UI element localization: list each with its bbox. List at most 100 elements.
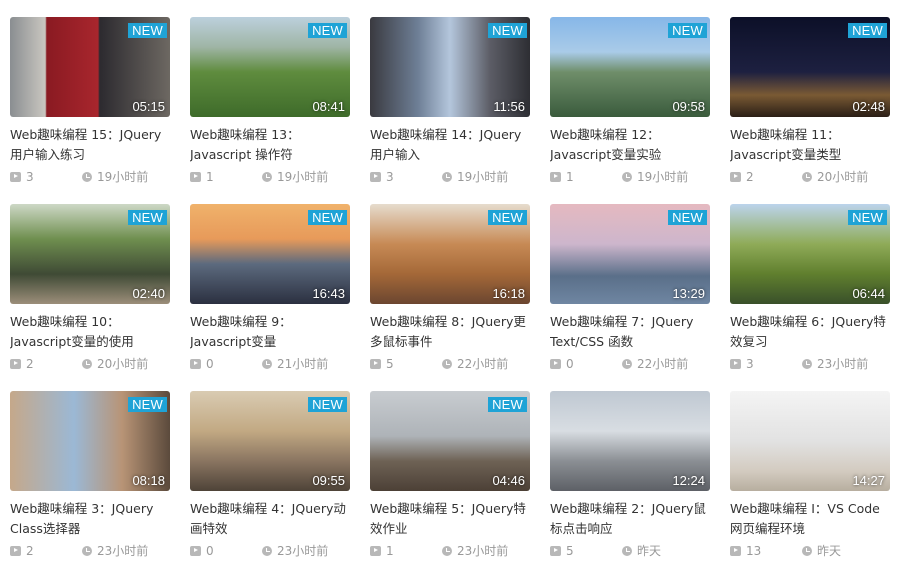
video-duration: 14:27 [852, 473, 885, 488]
video-duration: 12:24 [672, 473, 705, 488]
video-title[interactable]: Web趣味编程 I：VS Code网页编程环境 [730, 499, 890, 539]
video-thumbnail[interactable]: NEW 08:41 [190, 17, 350, 117]
video-thumbnail[interactable]: NEW 09:55 [190, 391, 350, 491]
video-title[interactable]: Web趣味编程 7：JQuery Text/CSS 函数 [550, 312, 710, 352]
video-title[interactable]: Web趣味编程 8：JQuery更多鼠标事件 [370, 312, 530, 352]
video-thumbnail[interactable]: NEW 04:46 [370, 391, 530, 491]
video-meta: 0 21小时前 [190, 355, 350, 372]
clock-icon [82, 171, 92, 182]
video-card[interactable]: NEW 08:41 Web趣味编程 13：Javascript 操作符 1 19… [190, 17, 350, 185]
video-thumbnail[interactable]: NEW 09:58 [550, 17, 710, 117]
upload-time-value: 20小时前 [817, 170, 869, 184]
clock-icon [82, 358, 92, 369]
new-badge: NEW [668, 23, 707, 38]
video-thumbnail[interactable]: NEW 16:43 [190, 204, 350, 304]
view-count-value: 13 [746, 543, 762, 558]
play-icon [550, 171, 561, 182]
video-title[interactable]: Web趣味编程 13：Javascript 操作符 [190, 125, 350, 165]
new-badge: NEW [128, 23, 167, 38]
video-card[interactable]: NEW 06:44 Web趣味编程 6：JQuery特效复习 3 23小时前 [730, 204, 890, 371]
view-count-value: 3 [746, 356, 754, 371]
video-thumbnail[interactable]: NEW 02:40 [10, 204, 170, 304]
upload-time-value: 23小时前 [817, 357, 869, 371]
video-card[interactable]: NEW 16:43 Web趣味编程 9：Javascript变量 0 21小时前 [190, 204, 350, 372]
view-count: 2 [10, 544, 82, 558]
video-meta: 2 20小时前 [730, 168, 890, 185]
new-badge: NEW [488, 397, 527, 412]
video-card[interactable]: NEW 08:18 Web趣味编程 3：JQuery Class选择器 2 23… [10, 391, 170, 559]
new-badge: NEW [848, 210, 887, 225]
new-badge: NEW [308, 23, 347, 38]
video-thumbnail[interactable]: NEW 13:29 [550, 204, 710, 304]
video-meta: 2 20小时前 [10, 355, 170, 372]
view-count: 1 [190, 170, 262, 184]
upload-time-value: 19小时前 [97, 170, 149, 184]
video-duration: 16:18 [492, 286, 525, 301]
video-meta: 2 23小时前 [10, 542, 170, 559]
video-meta: 1 23小时前 [370, 542, 530, 559]
video-card[interactable]: NEW 05:15 Web趣味编程 15：JQuery用户输入练习 3 19小时… [10, 17, 170, 185]
video-title[interactable]: Web趣味编程 12：Javascript变量实验 [550, 125, 710, 165]
upload-time: 23小时前 [442, 542, 508, 559]
video-thumbnail[interactable]: 12:24 [550, 391, 710, 491]
view-count-value: 3 [26, 169, 34, 184]
upload-time: 23小时前 [262, 542, 328, 559]
video-thumbnail[interactable]: NEW 02:48 [730, 17, 890, 117]
video-card[interactable]: 12:24 Web趣味编程 2：JQuery鼠标点击响应 5 昨天 [550, 391, 710, 559]
video-duration: 02:40 [132, 286, 165, 301]
video-meta: 1 19小时前 [550, 168, 710, 185]
play-icon [370, 358, 381, 369]
video-card[interactable]: NEW 09:58 Web趣味编程 12：Javascript变量实验 1 19… [550, 17, 710, 185]
video-thumbnail[interactable]: NEW 06:44 [730, 204, 890, 304]
video-title[interactable]: Web趣味编程 4：JQuery动画特效 [190, 499, 350, 539]
view-count-value: 1 [386, 543, 394, 558]
view-count-value: 5 [566, 543, 574, 558]
video-title[interactable]: Web趣味编程 15：JQuery用户输入练习 [10, 125, 170, 165]
play-icon [550, 358, 561, 369]
video-title[interactable]: Web趣味编程 3：JQuery Class选择器 [10, 499, 170, 539]
view-count: 3 [730, 357, 802, 371]
upload-time: 22小时前 [442, 355, 508, 372]
video-card[interactable]: NEW 02:48 Web趣味编程 11：Javascript变量类型 2 20… [730, 17, 890, 185]
upload-time-value: 20小时前 [97, 357, 149, 371]
video-meta: 5 昨天 [550, 542, 710, 559]
view-count: 1 [550, 170, 622, 184]
video-thumbnail[interactable]: NEW 16:18 [370, 204, 530, 304]
video-title[interactable]: Web趣味编程 5：JQuery特效作业 [370, 499, 530, 539]
video-title[interactable]: Web趣味编程 6：JQuery特效复习 [730, 312, 890, 352]
video-title[interactable]: Web趣味编程 14：JQuery用户输入 [370, 125, 530, 165]
video-card[interactable]: NEW 02:40 Web趣味编程 10：Javascript变量的使用 2 2… [10, 204, 170, 372]
video-thumbnail[interactable]: NEW 05:15 [10, 17, 170, 117]
video-thumbnail[interactable]: 14:27 [730, 391, 890, 491]
upload-time: 19小时前 [262, 168, 328, 185]
play-icon [730, 358, 741, 369]
video-duration: 09:58 [672, 99, 705, 114]
video-thumbnail[interactable]: NEW 08:18 [10, 391, 170, 491]
video-card[interactable]: NEW 09:55 Web趣味编程 4：JQuery动画特效 0 23小时前 [190, 391, 350, 559]
play-icon [550, 545, 561, 556]
video-thumbnail[interactable]: NEW 11:56 [370, 17, 530, 117]
view-count-value: 1 [206, 169, 214, 184]
play-icon [190, 358, 201, 369]
view-count-value: 1 [566, 169, 574, 184]
video-duration: 06:44 [852, 286, 885, 301]
new-badge: NEW [848, 23, 887, 38]
video-duration: 08:41 [312, 99, 345, 114]
video-card[interactable]: 14:27 Web趣味编程 I：VS Code网页编程环境 13 昨天 [730, 391, 890, 558]
video-card[interactable]: NEW 16:18 Web趣味编程 8：JQuery更多鼠标事件 5 22小时前 [370, 204, 530, 372]
video-title[interactable]: Web趣味编程 2：JQuery鼠标点击响应 [550, 499, 710, 539]
video-meta: 3 19小时前 [10, 168, 170, 185]
view-count: 5 [550, 544, 622, 558]
clock-icon [802, 545, 812, 556]
upload-time: 昨天 [622, 542, 661, 559]
upload-time-value: 23小时前 [457, 544, 509, 558]
video-title[interactable]: Web趣味编程 10：Javascript变量的使用 [10, 312, 170, 352]
video-title[interactable]: Web趣味编程 9：Javascript变量 [190, 312, 350, 352]
video-card[interactable]: NEW 11:56 Web趣味编程 14：JQuery用户输入 3 19小时前 [370, 17, 530, 184]
video-title[interactable]: Web趣味编程 11：Javascript变量类型 [730, 125, 890, 165]
upload-time: 19小时前 [622, 168, 688, 185]
upload-time-value: 19小时前 [277, 170, 329, 184]
view-count: 3 [370, 170, 442, 184]
video-card[interactable]: NEW 04:46 Web趣味编程 5：JQuery特效作业 1 23小时前 [370, 391, 530, 559]
video-card[interactable]: NEW 13:29 Web趣味编程 7：JQuery Text/CSS 函数 0… [550, 204, 710, 371]
